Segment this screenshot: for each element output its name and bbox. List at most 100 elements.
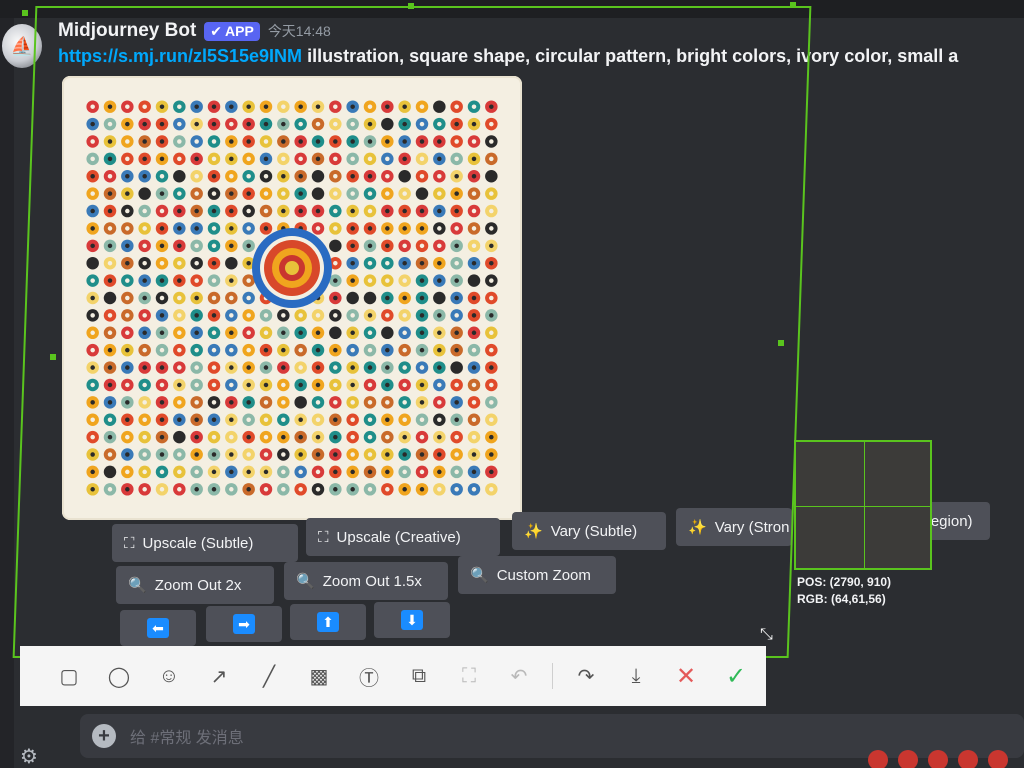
arrow-tool-icon[interactable]: ↗	[194, 656, 244, 696]
username[interactable]: Midjourney Bot	[58, 20, 196, 42]
pattern-dot-center	[90, 191, 95, 196]
pattern-dot-center	[177, 243, 182, 249]
pattern-dot-center	[489, 121, 494, 127]
selection-handle[interactable]	[50, 354, 56, 360]
emoji-tool-icon[interactable]: ☺	[144, 656, 194, 696]
magnifier-preview	[794, 440, 932, 570]
pattern-dot-center	[246, 434, 251, 440]
pattern-dot-center	[90, 400, 95, 405]
plus-icon[interactable]: +	[92, 724, 116, 748]
pattern-dot-center	[125, 417, 130, 422]
pattern-dot-center	[125, 278, 130, 283]
pattern-dot-center	[177, 226, 182, 231]
bot-avatar[interactable]: ⛵	[2, 24, 42, 68]
pattern-dot-center	[367, 121, 373, 127]
zoom-out-2x-button[interactable]: 🔍 Zoom Out 2x	[116, 566, 274, 604]
magic-wand-icon: ✨	[688, 519, 707, 536]
pattern-dot-center	[437, 382, 442, 388]
text-tool-icon[interactable]: Ⓣ	[344, 656, 394, 696]
pattern-dot-center	[350, 174, 355, 179]
pan-up-button[interactable]: ⬆	[290, 604, 366, 640]
pattern-dot-center	[194, 208, 199, 214]
pen-tool-icon[interactable]: ╱	[244, 656, 294, 696]
zoom-out-1-5x-button[interactable]: 🔍 Zoom Out 1.5x	[284, 562, 448, 600]
share-icon[interactable]: ↷	[561, 656, 611, 696]
selection-handle[interactable]	[22, 10, 28, 16]
pattern-dot-center	[229, 469, 234, 475]
pattern-dot-center	[263, 174, 269, 179]
pan-right-button[interactable]: ➡	[206, 606, 282, 642]
pattern-dot-center	[159, 208, 165, 214]
app-icon[interactable]	[988, 750, 1008, 768]
pattern-dot-center	[142, 139, 147, 144]
upscale-subtle-button[interactable]: ⛶ Upscale (Subtle)	[112, 524, 298, 562]
app-icon[interactable]	[958, 750, 978, 768]
custom-zoom-button[interactable]: 🔍 Custom Zoom	[458, 556, 616, 594]
pattern-dot-center	[107, 434, 113, 440]
pattern-dot-center	[367, 104, 373, 109]
upscale-creative-button[interactable]: ⛶ Upscale (Creative)	[306, 518, 500, 556]
vary-strong-button[interactable]: ✨ Vary (Stron	[676, 508, 792, 546]
pattern-dot-center	[159, 156, 165, 162]
pattern-dot-center	[298, 365, 303, 370]
pattern-dot-center	[298, 174, 303, 179]
pattern-dot-center	[471, 139, 477, 144]
pattern-dot-center	[471, 191, 477, 196]
mosaic-tool-icon[interactable]: ▩	[294, 656, 344, 696]
pattern-dot-center	[107, 243, 113, 249]
copy-layer-icon[interactable]: ⧉	[394, 656, 444, 696]
pattern-dot-center	[298, 121, 303, 127]
pattern-dot-center	[211, 104, 217, 109]
pattern-dot-center	[471, 452, 477, 457]
ellipse-tool-icon[interactable]: ◯	[94, 656, 144, 696]
pattern-dot-center	[385, 139, 390, 144]
rectangle-tool-icon[interactable]: ▢	[44, 656, 94, 696]
ocr-tool-icon[interactable]: ⛶	[444, 656, 494, 696]
pattern-dot-center	[437, 452, 442, 457]
pattern-dot-center	[177, 347, 182, 353]
pattern-dot-center	[229, 452, 234, 457]
pattern-dot-center	[315, 365, 321, 370]
pattern-dot-center	[194, 365, 199, 370]
pattern-dot-center	[350, 295, 355, 301]
pan-left-button[interactable]: ⬅	[120, 610, 196, 646]
pattern-dot-center	[229, 156, 234, 162]
pattern-dot-center	[419, 174, 425, 179]
generated-image[interactable]	[62, 76, 522, 520]
gear-icon[interactable]: ⚙	[20, 744, 38, 768]
pan-down-button[interactable]: ⬇	[374, 602, 450, 638]
pattern-dot-center	[402, 226, 407, 231]
pattern-dot-center	[489, 434, 494, 440]
app-icon[interactable]	[928, 750, 948, 768]
app-icon[interactable]	[898, 750, 918, 768]
app-icon[interactable]	[868, 750, 888, 768]
undo-icon[interactable]: ↶	[494, 656, 544, 696]
pattern-dot-center	[125, 434, 130, 440]
download-icon[interactable]: ⤓	[611, 656, 661, 696]
pattern-dot-center	[159, 260, 165, 266]
pattern-dot-center	[107, 452, 113, 457]
selection-handle[interactable]	[790, 2, 796, 8]
pattern-dot-center	[177, 295, 182, 301]
pattern-dot-center	[402, 208, 407, 214]
pattern-dot-center	[419, 382, 425, 388]
pattern-dot-center	[90, 121, 95, 127]
pattern-dot-center	[246, 382, 251, 388]
pattern-dot-center	[437, 487, 442, 492]
prompt-text: illustration, square shape, circular pat…	[302, 46, 959, 66]
zoom-out-1-5x-label: Zoom Out 1.5x	[322, 572, 422, 590]
selection-handle[interactable]	[778, 340, 784, 346]
magnifier-icon: 🔍	[296, 573, 315, 590]
pattern-dot-center	[489, 382, 494, 388]
vary-subtle-button[interactable]: ✨ Vary (Subtle)	[512, 512, 666, 550]
pattern-dot-center	[125, 469, 130, 475]
selection-handle[interactable]	[408, 3, 414, 9]
confirm-icon[interactable]: ✓	[711, 656, 761, 696]
pattern-dot-center	[125, 400, 130, 405]
cancel-icon[interactable]: ✕	[661, 656, 711, 696]
pattern-dot-center	[437, 400, 442, 405]
prompt-link[interactable]: https://s.mj.run/zl5S15e9INM	[58, 46, 302, 66]
pattern-dot-center	[298, 382, 303, 388]
pattern-dot-center	[159, 434, 165, 440]
pattern-dot-center	[367, 226, 373, 231]
